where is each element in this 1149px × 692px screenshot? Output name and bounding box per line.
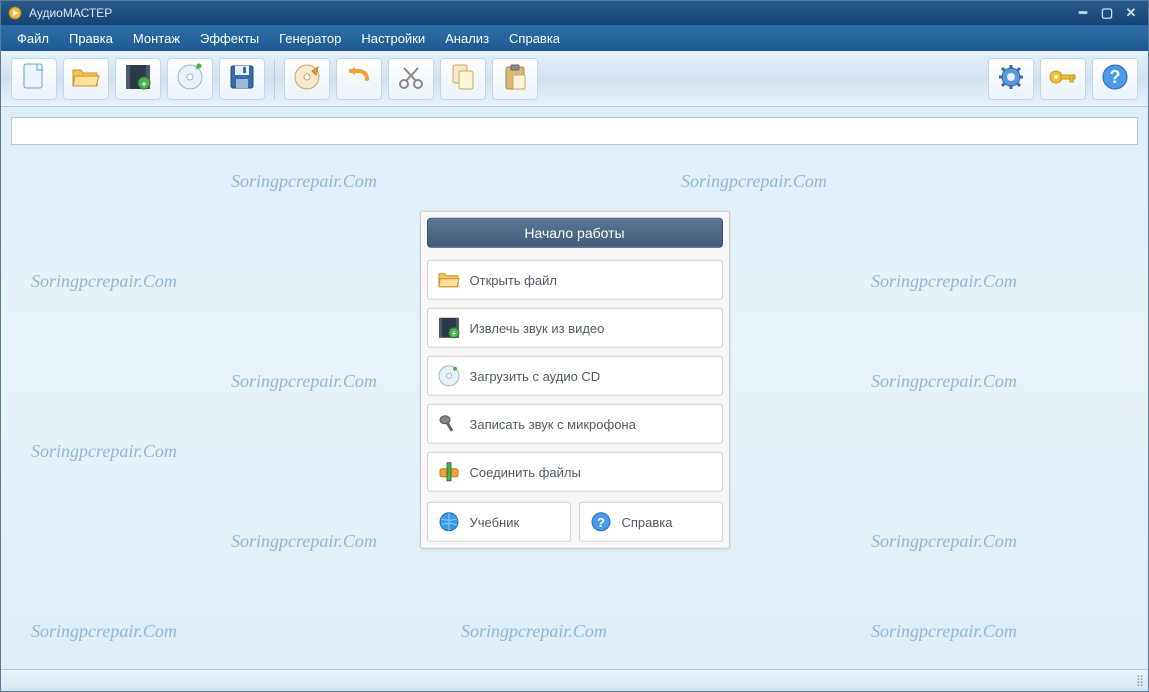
watermark: Soringpcrepair.Com: [31, 441, 177, 462]
menu-analysis[interactable]: Анализ: [435, 27, 499, 50]
start-panel-header: Начало работы: [427, 218, 723, 248]
app-icon: [7, 5, 23, 21]
watermark: Soringpcrepair.Com: [31, 621, 177, 642]
help-button-panel[interactable]: ? Справка: [579, 502, 723, 542]
watermark: Soringpcrepair.Com: [231, 531, 377, 552]
toolbar-separator: [274, 59, 275, 99]
menu-montage[interactable]: Монтаж: [123, 27, 190, 50]
waveform-track[interactable]: [11, 117, 1138, 145]
copy-icon: [450, 63, 476, 94]
paste-icon: [503, 63, 527, 94]
open-file-label: Открыть файл: [470, 272, 557, 287]
new-file-button[interactable]: [11, 58, 57, 100]
cd-icon: [438, 365, 460, 387]
cut-button[interactable]: [388, 58, 434, 100]
record-button[interactable]: [284, 58, 330, 100]
file-icon: [21, 62, 47, 95]
join-files-label: Соединить файлы: [470, 464, 581, 479]
menubar: Файл Правка Монтаж Эффекты Генератор Нас…: [1, 25, 1148, 51]
watermark: Soringpcrepair.Com: [231, 171, 377, 192]
titlebar: АудиоМАСТЕР ━ ▢ ✕: [1, 1, 1148, 25]
extract-video-label: Извлечь звук из видео: [470, 320, 605, 335]
maximize-button[interactable]: ▢: [1096, 5, 1118, 21]
undo-button[interactable]: [336, 58, 382, 100]
help-button[interactable]: ?: [1092, 58, 1138, 100]
watermark: Soringpcrepair.Com: [461, 621, 607, 642]
svg-text:?: ?: [1110, 67, 1121, 87]
menu-effects[interactable]: Эффекты: [190, 27, 269, 50]
watermark: Soringpcrepair.Com: [871, 621, 1017, 642]
menu-help[interactable]: Справка: [499, 27, 570, 50]
statusbar: ⣿: [1, 669, 1148, 691]
settings-button[interactable]: [988, 58, 1034, 100]
help-label: Справка: [622, 514, 673, 529]
record-mic-button[interactable]: Записать звук с микрофона: [427, 404, 723, 444]
watermark: Soringpcrepair.Com: [681, 171, 827, 192]
watermark: Soringpcrepair.Com: [231, 371, 377, 392]
watermark: Soringpcrepair.Com: [31, 271, 177, 292]
svg-text:+: +: [141, 79, 146, 89]
globe-icon: [438, 511, 460, 533]
menu-settings[interactable]: Настройки: [351, 27, 435, 50]
undo-icon: [345, 65, 373, 92]
help-icon: ?: [1101, 63, 1129, 94]
folder-icon: [438, 269, 460, 291]
window-controls: ━ ▢ ✕: [1072, 5, 1142, 21]
open-file-button[interactable]: Открыть файл: [427, 260, 723, 300]
film-icon: +: [124, 63, 152, 94]
activation-button[interactable]: [1040, 58, 1086, 100]
cd-icon: [176, 63, 204, 94]
join-icon: [438, 461, 460, 483]
start-panel: Начало работы Открыть файл + Извлечь зву…: [420, 211, 730, 549]
help-icon: ?: [590, 511, 612, 533]
film-icon: +: [438, 317, 460, 339]
save-button[interactable]: [219, 58, 265, 100]
tutorial-button[interactable]: Учебник: [427, 502, 571, 542]
scissors-icon: [398, 64, 424, 93]
join-files-button[interactable]: Соединить файлы: [427, 452, 723, 492]
load-cd-label: Загрузить с аудио CD: [470, 368, 601, 383]
open-button[interactable]: [63, 58, 109, 100]
copy-button[interactable]: [440, 58, 486, 100]
microphone-icon: [438, 413, 460, 435]
menu-edit[interactable]: Правка: [59, 27, 123, 50]
watermark: Soringpcrepair.Com: [871, 371, 1017, 392]
close-button[interactable]: ✕: [1120, 5, 1142, 21]
svg-text:+: +: [451, 329, 456, 338]
extract-video-button[interactable]: +: [115, 58, 161, 100]
tutorial-label: Учебник: [470, 514, 520, 529]
watermark: Soringpcrepair.Com: [871, 271, 1017, 292]
cd-record-icon: [293, 63, 321, 94]
svg-text:?: ?: [597, 515, 605, 530]
minimize-button[interactable]: ━: [1072, 5, 1094, 21]
window-title: АудиоМАСТЕР: [29, 6, 1072, 20]
key-icon: [1048, 65, 1078, 92]
resize-grip[interactable]: ⣿: [1136, 674, 1142, 687]
gear-icon: [997, 63, 1025, 94]
folder-icon: [71, 64, 101, 93]
load-cd-button[interactable]: [167, 58, 213, 100]
watermark: Soringpcrepair.Com: [871, 531, 1017, 552]
paste-button[interactable]: [492, 58, 538, 100]
save-icon: [228, 63, 256, 94]
menu-file[interactable]: Файл: [7, 27, 59, 50]
record-mic-label: Записать звук с микрофона: [470, 416, 636, 431]
menu-generator[interactable]: Генератор: [269, 27, 351, 50]
extract-video-button-panel[interactable]: + Извлечь звук из видео: [427, 308, 723, 348]
load-cd-button-panel[interactable]: Загрузить с аудио CD: [427, 356, 723, 396]
toolbar: + ?: [1, 51, 1148, 107]
